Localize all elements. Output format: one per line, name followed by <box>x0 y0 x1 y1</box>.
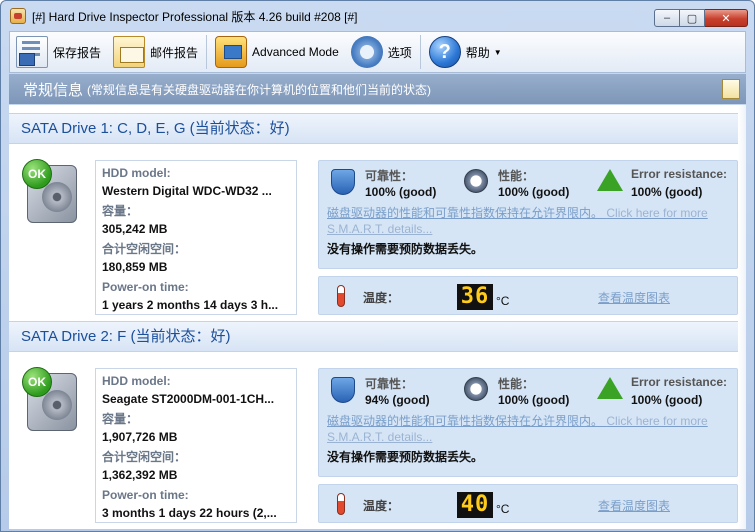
smart-details-link[interactable]: S.M.A.R.T. details... <box>327 430 432 444</box>
help-button[interactable]: ? 帮助 ▼ <box>423 33 508 71</box>
performance-label: 性能： <box>498 169 535 183</box>
gauge-icon <box>464 169 488 193</box>
performance-message: 磁盘驱动器的性能和可靠性指数保持在允许界限内。 <box>327 206 604 220</box>
free-space-label: 合计空闲空间： <box>102 450 187 464</box>
reliability-value: 100% (good) <box>365 185 437 199</box>
toolbar-separator <box>419 35 421 69</box>
checkmark-icon <box>597 169 623 191</box>
free-space-value: 180,859 MB <box>102 260 168 274</box>
temperature-panel: 温度： 40 °C 查看温度图表 <box>318 484 738 523</box>
health-status-panel: 可靠性： 94% (good) 性能： 100% (good) Error re… <box>318 368 738 477</box>
free-space-value: 1,362,392 MB <box>102 468 178 482</box>
section-title: 常规信息 <box>23 81 84 99</box>
performance-message-link[interactable]: 磁盘驱动器的性能和可靠性指数保持在允许界限内。 Click here for m… <box>327 413 732 429</box>
error-resistance-value: 100% (good) <box>631 185 703 199</box>
drive-list: SATA Drive 1: C, D, E, G (当前状态：好) OK HDD… <box>9 105 746 529</box>
help-icon: ? <box>428 36 461 68</box>
reliability-label: 可靠性： <box>365 169 414 183</box>
app-icon[interactable] <box>10 8 26 24</box>
temperature-unit: °C <box>496 502 510 516</box>
minimize-button[interactable]: – <box>654 9 680 27</box>
no-action-message: 没有操作需要预防数据丢失。 <box>327 242 484 256</box>
capacity-label: 容量： <box>102 204 139 218</box>
free-space-label: 合计空闲空间： <box>102 242 187 256</box>
section-header: 常规信息 (常规信息是有关硬盘驱动器在你计算机的位置和他们当前的状态) <box>9 74 746 104</box>
error-resistance-value: 100% (good) <box>631 393 703 407</box>
temperature-label: 温度： <box>363 499 400 513</box>
hdd-model-label: HDD model: <box>102 166 171 180</box>
section-subtitle: (常规信息是有关硬盘驱动器在你计算机的位置和他们当前的状态) <box>87 82 432 97</box>
temperature-panel: 温度： 36 °C 查看温度图表 <box>318 276 738 315</box>
email-report-label: 邮件报告 <box>150 45 199 60</box>
drive-title[interactable]: SATA Drive 1: C, D, E, G (当前状态：好) <box>9 113 746 144</box>
ok-status-icon: OK <box>22 159 52 189</box>
drive-info-panel: HDD model: Seagate ST2000DM-001-1CH... 容… <box>95 368 297 523</box>
thermometer-icon <box>337 493 345 515</box>
capacity-value: 305,242 MB <box>102 222 168 236</box>
chevron-down-icon[interactable]: ▼ <box>494 48 502 57</box>
temperature-unit: °C <box>496 294 510 308</box>
close-button[interactable]: ✕ <box>705 9 748 27</box>
view-temperature-chart-link[interactable]: 查看温度图表 <box>598 289 670 306</box>
health-status-panel: 可靠性： 100% (good) 性能： 100% (good) Error r… <box>318 160 738 269</box>
title-bar[interactable]: [#] Hard Drive Inspector Professional 版本… <box>1 1 754 31</box>
power-on-time-value: 3 months 1 days 22 hours (2,... <box>102 506 277 520</box>
window-title: [#] Hard Drive Inspector Professional 版本… <box>32 9 358 24</box>
reliability-label: 可靠性： <box>365 377 414 391</box>
maximize-button[interactable]: ▢ <box>680 9 705 27</box>
temperature-value: 40 <box>457 492 493 518</box>
toolbar-separator <box>206 35 208 69</box>
gear-icon <box>350 36 383 68</box>
window-controls: – ▢ ✕ <box>654 9 748 27</box>
checkmark-icon <box>597 377 623 399</box>
hdd-model-label: HDD model: <box>102 374 171 388</box>
smart-details-link[interactable]: S.M.A.R.T. details... <box>327 222 432 236</box>
power-on-time-label: Power-on time: <box>102 280 189 294</box>
performance-value: 100% (good) <box>498 185 570 199</box>
performance-label: 性能： <box>498 377 535 391</box>
drive-title[interactable]: SATA Drive 2: F (当前状态：好) <box>9 321 746 352</box>
shield-icon <box>331 377 355 403</box>
app-window: [#] Hard Drive Inspector Professional 版本… <box>0 0 755 532</box>
reliability-value: 94% (good) <box>365 393 430 407</box>
shield-icon <box>331 169 355 195</box>
content-edge <box>738 105 746 529</box>
performance-value: 100% (good) <box>498 393 570 407</box>
advanced-mode-label: Advanced Mode <box>252 45 339 59</box>
power-on-time-label: Power-on time: <box>102 488 189 502</box>
no-action-message: 没有操作需要预防数据丢失。 <box>327 450 484 464</box>
performance-message-link[interactable]: 磁盘驱动器的性能和可靠性指数保持在允许界限内。 Click here for m… <box>327 205 732 221</box>
email-icon <box>113 36 146 68</box>
save-report-icon <box>16 36 48 68</box>
view-temperature-chart-link[interactable]: 查看温度图表 <box>598 497 670 514</box>
click-here-more-link[interactable]: Click here for more <box>606 206 707 220</box>
toolbar: 保存报告 邮件报告 Advanced Mode 选项 ? 帮助 ▼ <box>9 31 746 73</box>
error-resistance-label: Error resistance: <box>631 167 728 181</box>
thermometer-icon <box>337 285 345 307</box>
hdd-model-value: Seagate ST2000DM-001-1CH... <box>102 392 275 406</box>
drive-info-panel: HDD model: Western Digital WDC-WD32 ... … <box>95 160 297 315</box>
save-report-button[interactable]: 保存报告 <box>10 33 107 71</box>
performance-message: 磁盘驱动器的性能和可靠性指数保持在允许界限内。 <box>327 414 604 428</box>
help-label: 帮助 <box>465 45 490 60</box>
power-on-time-value: 1 years 2 months 14 days 3 h... <box>102 298 279 312</box>
ok-status-icon: OK <box>22 367 52 397</box>
note-icon[interactable] <box>722 79 740 99</box>
capacity-value: 1,907,726 MB <box>102 430 178 444</box>
drive-card: SATA Drive 1: C, D, E, G (当前状态：好) OK HDD… <box>9 113 746 317</box>
advanced-mode-button[interactable]: Advanced Mode <box>209 33 345 71</box>
save-report-label: 保存报告 <box>53 45 102 60</box>
email-report-button[interactable]: 邮件报告 <box>107 33 204 71</box>
temperature-value: 36 <box>457 284 493 310</box>
temperature-label: 温度： <box>363 291 400 305</box>
click-here-more-link[interactable]: Click here for more <box>606 414 707 428</box>
gauge-icon <box>464 377 488 401</box>
options-label: 选项 <box>387 45 412 60</box>
options-button[interactable]: 选项 <box>345 33 418 71</box>
advanced-mode-icon <box>215 36 248 68</box>
capacity-label: 容量： <box>102 412 139 426</box>
error-resistance-label: Error resistance: <box>631 375 728 389</box>
hdd-model-value: Western Digital WDC-WD32 ... <box>102 184 272 198</box>
drive-card: SATA Drive 2: F (当前状态：好) OK HDD model: S… <box>9 321 746 525</box>
